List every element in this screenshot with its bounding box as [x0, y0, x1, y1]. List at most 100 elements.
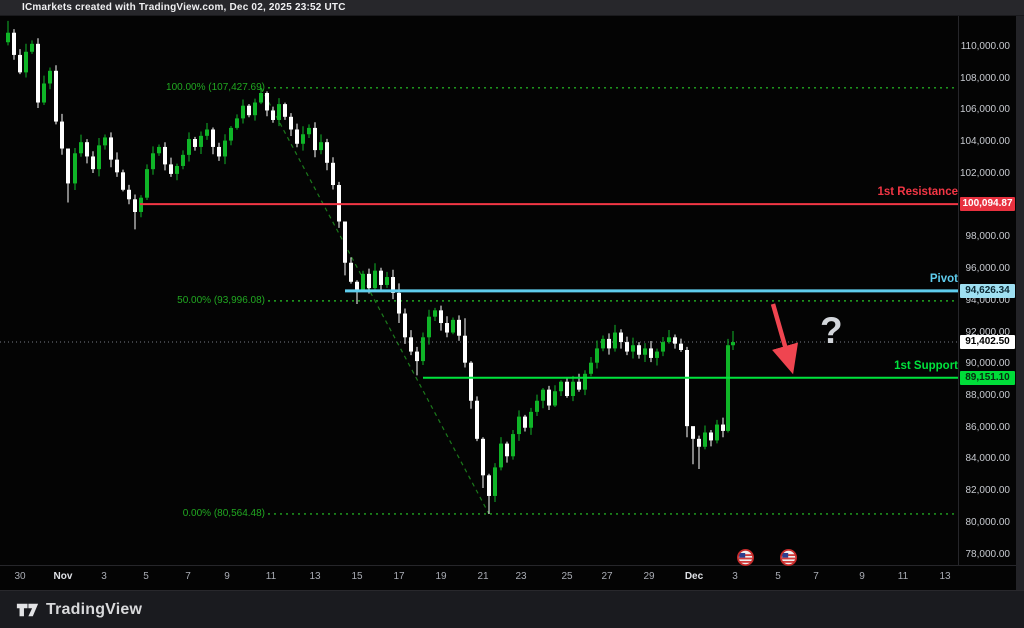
candle-body	[331, 163, 335, 185]
candle-body	[24, 52, 28, 73]
candle-body	[541, 390, 545, 401]
chart-canvas[interactable]	[0, 0, 1024, 628]
candle-body	[211, 129, 215, 146]
candle-body	[529, 412, 533, 428]
candle-body	[30, 44, 34, 52]
candle-body	[697, 439, 701, 447]
candle-body	[181, 155, 185, 166]
candle-body	[709, 432, 713, 440]
candle-body	[625, 342, 629, 352]
candle-body	[523, 417, 527, 428]
candle-body	[505, 444, 509, 457]
candle-body	[427, 317, 431, 338]
x-axis-tick[interactable]: 21	[477, 571, 488, 582]
x-axis-tick[interactable]: 19	[435, 571, 446, 582]
pivot-price-box: 94,626.34	[960, 284, 1015, 298]
candle-body	[313, 128, 317, 150]
x-axis-tick[interactable]: Nov	[54, 571, 73, 582]
pivot-label[interactable]: Pivot	[930, 273, 958, 285]
y-axis-tick[interactable]: 104,000.00	[956, 136, 1010, 147]
candle-body	[217, 147, 221, 157]
x-axis-tick[interactable]: 30	[14, 571, 25, 582]
candle-body	[60, 122, 64, 149]
candle-body	[229, 128, 233, 141]
fib-50-label[interactable]: 50.00% (93,996.08)	[177, 295, 265, 306]
support-price-box: 89,151.10	[960, 371, 1015, 385]
x-axis-tick[interactable]: 23	[515, 571, 526, 582]
y-axis-tick[interactable]: 102,000.00	[956, 168, 1010, 179]
x-axis-tick[interactable]: 7	[813, 571, 819, 582]
candle-body	[691, 426, 695, 439]
fib-100-label[interactable]: 100.00% (107,427.69)	[166, 82, 265, 93]
x-axis-tick[interactable]: 13	[939, 571, 950, 582]
candle-body	[6, 33, 10, 43]
candle-body	[163, 147, 167, 164]
candle-body	[355, 282, 359, 290]
tradingview-logo[interactable]: TradingView	[16, 600, 142, 620]
candle-body	[121, 172, 125, 189]
y-axis-tick[interactable]: 80,000.00	[956, 517, 1010, 528]
x-axis-tick[interactable]: 25	[561, 571, 572, 582]
down-arrow-annotation	[773, 304, 789, 360]
x-axis-tick[interactable]: 9	[859, 571, 865, 582]
candle-body	[301, 134, 305, 144]
candle-body	[295, 129, 299, 143]
y-axis-tick[interactable]: 96,000.00	[956, 263, 1010, 274]
x-axis-tick[interactable]: 5	[143, 571, 149, 582]
x-axis-tick[interactable]: 11	[266, 571, 276, 582]
y-axis-tick[interactable]: 98,000.00	[956, 231, 1010, 242]
y-axis-tick[interactable]: 106,000.00	[956, 104, 1010, 115]
candle-body	[133, 199, 137, 212]
x-axis-tick[interactable]: 5	[775, 571, 781, 582]
y-axis-tick[interactable]: 88,000.00	[956, 390, 1010, 401]
candle-body	[661, 342, 665, 352]
candle-body	[127, 190, 131, 200]
y-axis-tick[interactable]: 78,000.00	[956, 549, 1010, 560]
resistance-price-box: 100,094.87	[960, 197, 1015, 211]
candle-body	[726, 345, 730, 431]
candle-body	[643, 348, 647, 354]
candle-body	[385, 277, 389, 285]
y-axis-tick[interactable]: 90,000.00	[956, 358, 1010, 369]
candle-body	[571, 382, 575, 396]
y-axis-tick[interactable]: 110,000.00	[956, 41, 1010, 52]
candle-body	[613, 333, 617, 349]
candle-body	[553, 391, 557, 405]
candle-body	[517, 417, 521, 434]
x-axis-tick[interactable]: 17	[393, 571, 404, 582]
resistance-label[interactable]: 1st Resistance	[877, 186, 958, 198]
x-axis-tick[interactable]: 13	[309, 571, 320, 582]
x-axis-tick[interactable]: 7	[185, 571, 191, 582]
candle-body	[343, 222, 347, 263]
candle-body	[367, 274, 371, 288]
y-axis-tick[interactable]: 82,000.00	[956, 485, 1010, 496]
x-axis-tick[interactable]: 3	[732, 571, 738, 582]
price-scale-separator	[958, 15, 959, 565]
candle-body	[91, 156, 95, 169]
support-label[interactable]: 1st Support	[894, 360, 958, 372]
x-axis-tick[interactable]: 9	[224, 571, 230, 582]
x-axis-tick[interactable]: 11	[898, 571, 908, 582]
us-flag-event-icon[interactable]	[780, 549, 797, 566]
time-axis-separator	[0, 565, 1016, 566]
candle-body	[145, 169, 149, 198]
candle-body	[637, 345, 641, 355]
fib-0-label[interactable]: 0.00% (80,564.48)	[183, 508, 265, 519]
us-flag-event-icon[interactable]	[737, 549, 754, 566]
candle-body	[397, 293, 401, 314]
candle-body	[36, 44, 40, 103]
current-price-box: 91,402.50	[960, 335, 1015, 349]
candle-body	[445, 323, 449, 333]
y-axis-tick[interactable]: 86,000.00	[956, 422, 1010, 433]
candle-body	[655, 352, 659, 358]
x-axis-tick[interactable]: Dec	[685, 571, 703, 582]
x-axis-tick[interactable]: 29	[643, 571, 654, 582]
y-axis-tick[interactable]: 84,000.00	[956, 453, 1010, 464]
y-axis-tick[interactable]: 108,000.00	[956, 73, 1010, 84]
candle-body	[469, 363, 473, 401]
x-axis-tick[interactable]: 3	[101, 571, 107, 582]
candle-body	[715, 425, 719, 441]
x-axis-tick[interactable]: 15	[351, 571, 362, 582]
x-axis-tick[interactable]: 27	[601, 571, 612, 582]
tradingview-logo-icon	[16, 600, 39, 620]
